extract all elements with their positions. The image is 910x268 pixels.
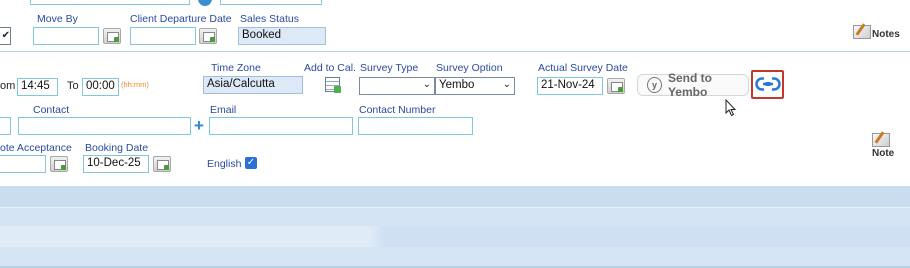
partial-top-field-1[interactable] xyxy=(30,0,190,5)
mouse-cursor-icon xyxy=(725,99,737,117)
actual-survey-date-label: Actual Survey Date xyxy=(538,62,628,74)
notes-icon xyxy=(853,25,871,39)
panel-band-4 xyxy=(0,226,910,247)
quote-acceptance-input[interactable] xyxy=(0,155,46,173)
from-time-input[interactable]: 14:45 xyxy=(17,78,58,96)
notes-label: Note xyxy=(872,148,895,159)
sales-status-label: Sales Status xyxy=(240,13,299,25)
survey-type-label: Survey Type xyxy=(360,62,419,74)
add-to-calendar-label: Add to Cal. xyxy=(304,62,356,74)
move-by-label: Move By xyxy=(37,13,78,25)
refresh-icon[interactable] xyxy=(198,0,212,6)
survey-type-select[interactable]: ⌄ xyxy=(359,77,435,95)
client-departure-calendar-icon[interactable] xyxy=(199,28,217,44)
sales-status-field: Booked xyxy=(238,27,326,45)
contact-partial-field[interactable] xyxy=(0,117,11,135)
actual-survey-calendar-icon[interactable] xyxy=(607,78,625,94)
language-label: English xyxy=(207,158,242,170)
chevron-down-icon: ⌄ xyxy=(422,79,431,90)
quote-acceptance-calendar-icon[interactable] xyxy=(50,156,68,172)
notes-button-mid[interactable]: Note xyxy=(872,133,910,159)
client-departure-date-input[interactable] xyxy=(130,27,196,45)
email-label: Email xyxy=(210,104,237,116)
client-departure-date-label: Client Departure Date xyxy=(130,13,232,25)
panel-band-5 xyxy=(0,247,910,268)
notes-icon xyxy=(872,133,890,147)
from-label: om xyxy=(0,80,16,92)
survey-option-value: Yembo xyxy=(439,79,475,91)
to-time-input[interactable]: 00:00 xyxy=(82,78,119,96)
chevron-down-icon: ⌄ xyxy=(502,79,511,90)
yembo-logo-icon: y xyxy=(647,77,662,93)
send-to-yembo-label: Send to Yembo xyxy=(667,71,712,99)
email-input[interactable] xyxy=(209,117,353,135)
panel-band-3 xyxy=(0,208,910,226)
notes-button-top[interactable]: Notes xyxy=(853,25,900,40)
link-icon[interactable] xyxy=(755,76,781,92)
panel-band-1 xyxy=(0,186,910,207)
time-zone-label: Time Zone xyxy=(211,62,261,74)
booking-date-input[interactable]: 10-Dec-25 xyxy=(83,155,149,173)
partial-top-field-2[interactable] xyxy=(220,0,322,5)
send-to-yembo-button[interactable]: y Send to Yembo xyxy=(637,71,749,99)
notes-label: Notes xyxy=(872,29,900,40)
add-to-calendar-icon[interactable] xyxy=(325,77,341,93)
time-zone-field: Asia/Calcutta xyxy=(203,76,303,94)
contact-label: Contact xyxy=(33,104,70,116)
move-by-input[interactable] xyxy=(33,27,99,45)
section-divider xyxy=(0,51,910,52)
contact-input[interactable] xyxy=(18,117,191,135)
move-by-calendar-icon[interactable] xyxy=(103,28,121,44)
english-checkbox[interactable]: ✓ xyxy=(245,157,257,169)
booking-date-calendar-icon[interactable] xyxy=(153,156,171,172)
contact-number-input[interactable] xyxy=(358,117,473,135)
quote-acceptance-label: ote Acceptance xyxy=(0,142,72,154)
contact-number-label: Contact Number xyxy=(359,104,436,116)
to-label: To xyxy=(67,80,79,92)
add-contact-plus-icon[interactable]: + xyxy=(193,117,205,134)
checkbox-partial[interactable]: ✔ xyxy=(0,27,11,45)
add-plus-icon xyxy=(334,86,341,93)
actual-survey-date-input[interactable]: 21-Nov-24 xyxy=(537,77,603,95)
survey-option-label: Survey Option xyxy=(436,62,503,74)
booking-date-label: Booking Date xyxy=(85,142,149,154)
survey-option-select[interactable]: Yembo ⌄ xyxy=(435,77,515,95)
time-format-hint: (hh:mm) xyxy=(121,80,149,89)
